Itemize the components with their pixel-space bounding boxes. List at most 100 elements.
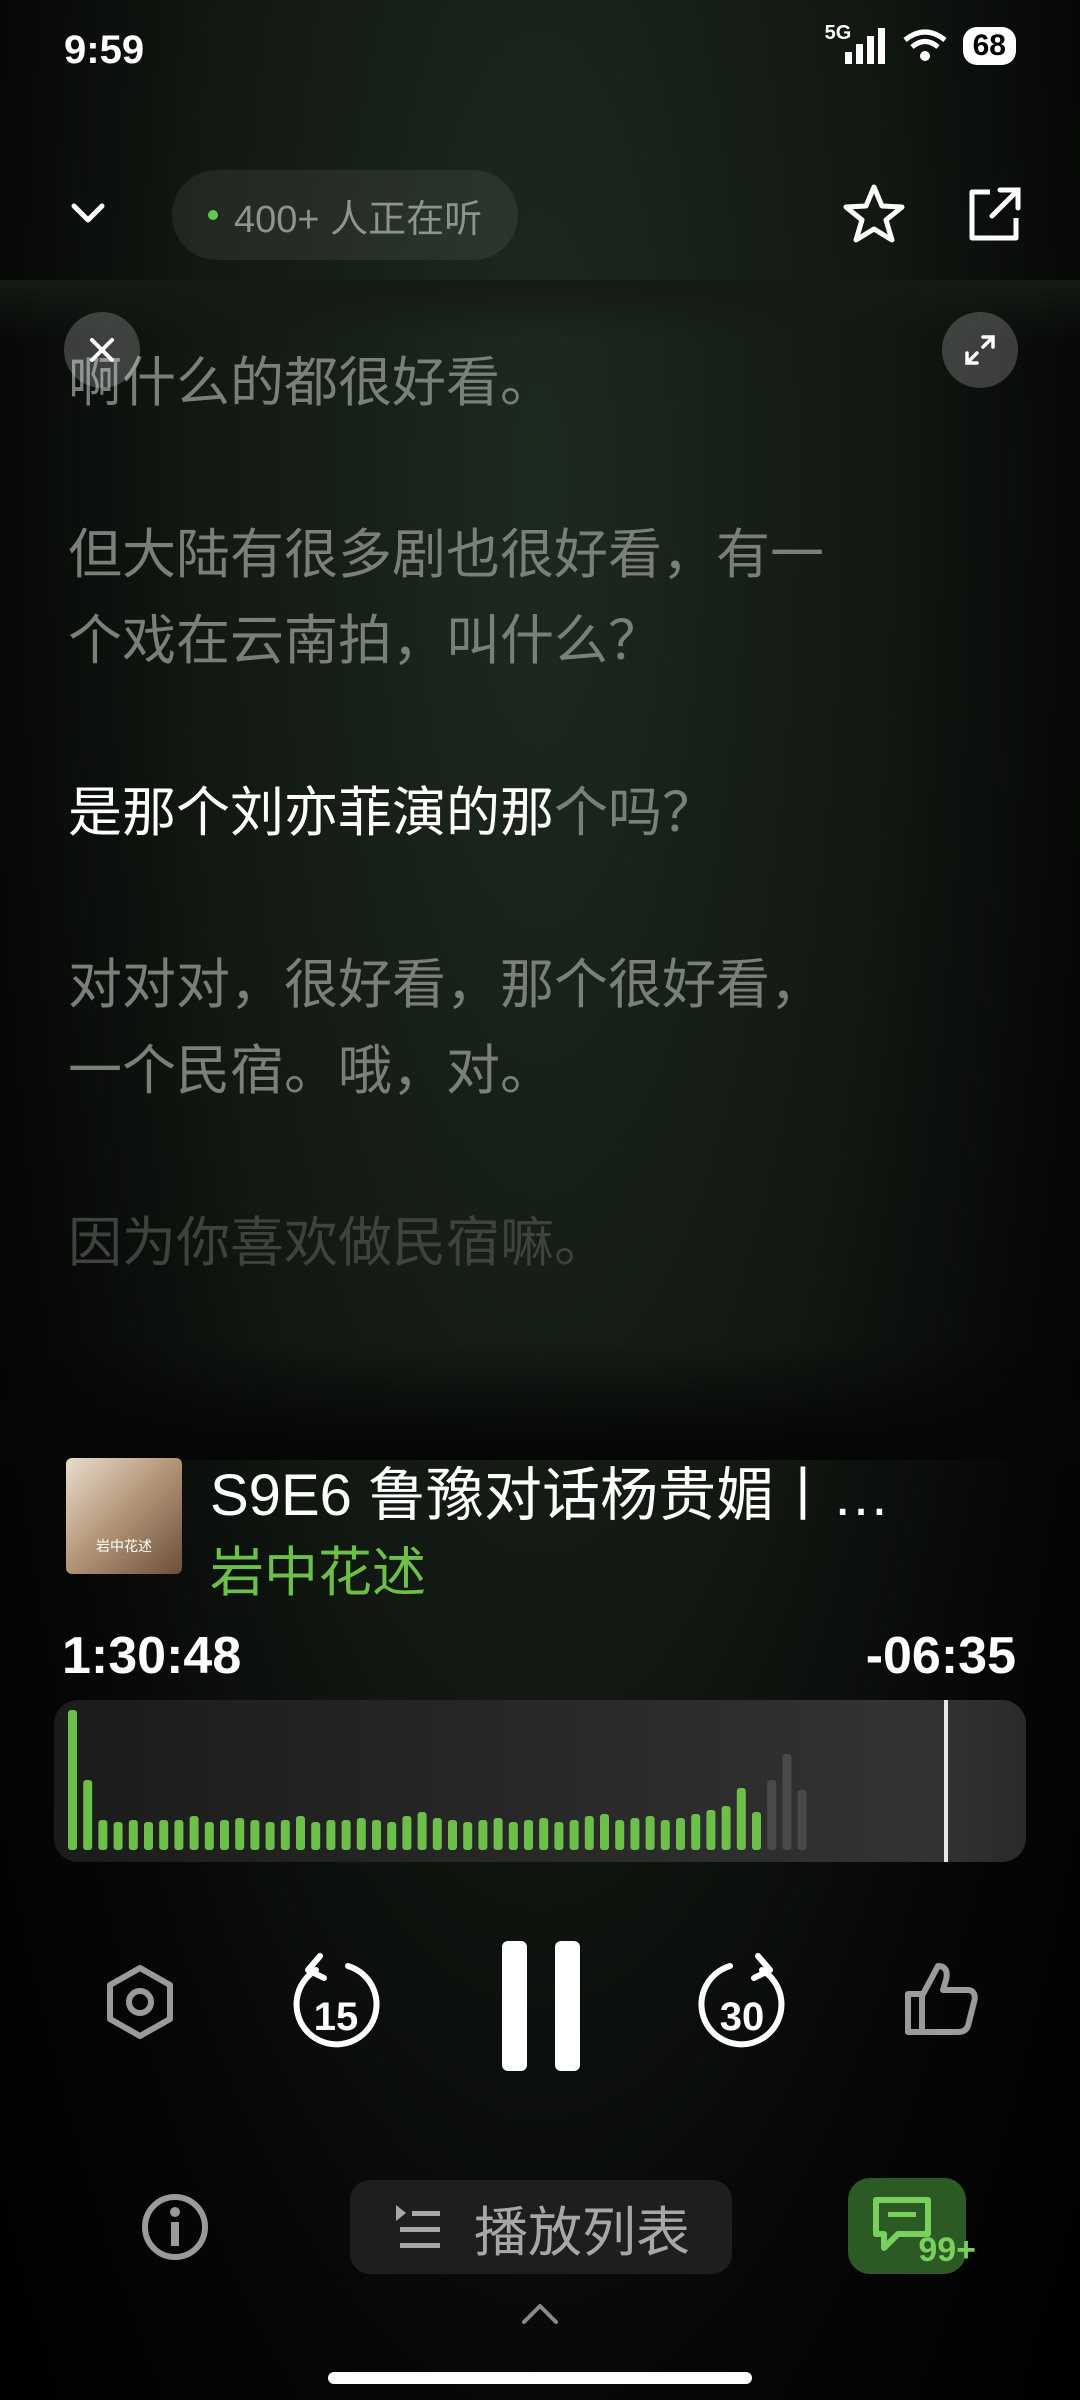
share-icon[interactable]: [962, 182, 1026, 246]
waveform-bar: [387, 1822, 397, 1850]
chevron-up-icon[interactable]: [520, 2302, 560, 2326]
episode-title[interactable]: S9E6 鲁豫对话杨贵媚丨…: [210, 1448, 970, 1532]
waveform-bar: [554, 1822, 564, 1850]
waveform-bar: [539, 1818, 549, 1850]
waveform-bar: [782, 1754, 792, 1850]
waveform-bar: [326, 1820, 336, 1850]
waveform-bar: [128, 1820, 138, 1850]
waveform-bar: [144, 1822, 153, 1850]
waveform-bar: [721, 1806, 731, 1850]
waveform-bar: [736, 1788, 746, 1850]
waveform-scrubber[interactable]: [54, 1700, 1026, 1862]
waveform-bar: [68, 1710, 77, 1850]
transcript-line: 对对对，很好看，那个很好看，: [68, 955, 824, 1015]
skip-back-button[interactable]: 15: [286, 1950, 386, 2060]
waveform-bar: [372, 1820, 381, 1850]
playhead[interactable]: [944, 1700, 948, 1862]
transcript-fade-bottom: [0, 1340, 1080, 1460]
collapse-chevron-icon[interactable]: [64, 188, 112, 236]
live-dot-icon: [208, 210, 218, 220]
waveform-bar: [250, 1820, 260, 1850]
waveform-bar: [691, 1814, 701, 1850]
waveform-bar: [752, 1812, 761, 1850]
listener-count-pill: 400+ 人正在听: [172, 170, 519, 260]
waveform-bar: [83, 1780, 93, 1850]
skip-back-seconds: 15: [313, 1994, 359, 2039]
waveform-bar: [767, 1780, 777, 1850]
waveform-bar: [524, 1820, 533, 1850]
waveform-bar: [797, 1790, 807, 1850]
transcript-line: 个戏在云南拍，叫什么？: [68, 611, 662, 671]
waveform-bar: [630, 1818, 640, 1850]
upcoming-text: 个吗？: [554, 783, 716, 843]
skip-forward-seconds: 30: [719, 1994, 765, 2039]
listener-count-text: 400+ 人正在听: [234, 198, 483, 241]
waveform-bar: [98, 1820, 108, 1850]
expand-icon: [965, 335, 995, 365]
waveform-bar: [478, 1820, 488, 1850]
waveform-bar: [235, 1818, 245, 1850]
wifi-icon: [903, 29, 947, 61]
expand-transcript-button[interactable]: [942, 312, 1018, 388]
waveform-bar: [402, 1816, 412, 1850]
transcript: 啊什么的都很好看。 但大陆有很多剧也很好看，有一 个戏在云南拍，叫什么？ 是那个…: [68, 300, 1008, 1286]
network-label: 5G: [824, 22, 852, 44]
waveform-bar: [493, 1818, 503, 1850]
waveform-bar: [600, 1814, 609, 1850]
waveform-bar: [417, 1812, 427, 1850]
pause-bar-icon: [502, 1941, 527, 2071]
waveform-bar: [676, 1818, 685, 1850]
transcript-line: 一个民宿。哦，对。: [68, 1041, 554, 1101]
transcript-line: 啊什么的都很好看。: [68, 353, 554, 413]
playback-settings-button[interactable]: [98, 1960, 182, 2044]
remaining-time: -06:35: [865, 1627, 1016, 1685]
playlist-label: 播放列表: [474, 2202, 690, 2263]
episode-cover[interactable]: 岩中花述: [66, 1458, 182, 1574]
cover-text: 岩中花述: [96, 1538, 152, 1554]
status-icons: 5G 68: [825, 22, 1016, 66]
episode-info-button[interactable]: [140, 2192, 210, 2262]
playlist-icon: [396, 2205, 440, 2248]
transcript-line: 因为你喜欢做民宿嘛。: [68, 1213, 608, 1273]
skip-forward-button[interactable]: 30: [692, 1950, 792, 2060]
transcript-fade-top: [0, 280, 1080, 340]
waveform-bar: [189, 1816, 199, 1850]
waveform-bar: [706, 1810, 716, 1850]
waveform-bar: [584, 1816, 594, 1850]
signal-icon: 5G: [825, 22, 887, 66]
waveform-bar: [341, 1820, 351, 1850]
spoken-text: 是那个刘亦菲演的那: [68, 783, 554, 843]
like-button[interactable]: [898, 1956, 984, 2042]
waveform-bar: [508, 1822, 518, 1850]
transcript-line: 但大陆有很多剧也很好看，有一: [68, 525, 824, 585]
waveform-bar: [660, 1820, 670, 1850]
waveform-bar: [311, 1822, 321, 1850]
playlist-button[interactable]: 播放列表: [350, 2180, 732, 2274]
waveform-bar: [432, 1818, 442, 1850]
waveform-bar: [296, 1816, 305, 1850]
home-indicator[interactable]: [328, 2372, 752, 2384]
transcript-paragraph: 对对对，很好看，那个很好看， 一个民宿。哦，对。: [68, 942, 1008, 1114]
transcript-active-paragraph: 是那个刘亦菲演的那个吗？: [68, 770, 1008, 856]
show-name[interactable]: 岩中花述: [210, 1528, 426, 1607]
pause-bar-icon: [555, 1941, 580, 2071]
waveform-bar: [569, 1820, 579, 1850]
comment-count: 99+: [918, 2231, 976, 2269]
comments-button[interactable]: 99+: [848, 2178, 976, 2274]
waveform[interactable]: [54, 1700, 1026, 1862]
star-icon[interactable]: [842, 182, 906, 246]
info-icon: [142, 2194, 208, 2260]
waveform-bar: [159, 1820, 169, 1850]
thumbs-up-icon: [905, 1963, 978, 2035]
elapsed-time: 1:30:48: [62, 1627, 242, 1685]
hexagon-settings-icon: [107, 1965, 173, 2039]
pause-button[interactable]: [488, 1940, 594, 2072]
waveform-bar: [645, 1816, 655, 1850]
waveform-bar: [113, 1822, 123, 1850]
battery-indicator: 68: [962, 27, 1016, 65]
close-transcript-button[interactable]: [64, 312, 140, 388]
waveform-bar: [204, 1822, 214, 1850]
waveform-bar: [448, 1820, 457, 1850]
waveform-bar: [265, 1822, 275, 1850]
waveform-bar: [615, 1820, 625, 1850]
